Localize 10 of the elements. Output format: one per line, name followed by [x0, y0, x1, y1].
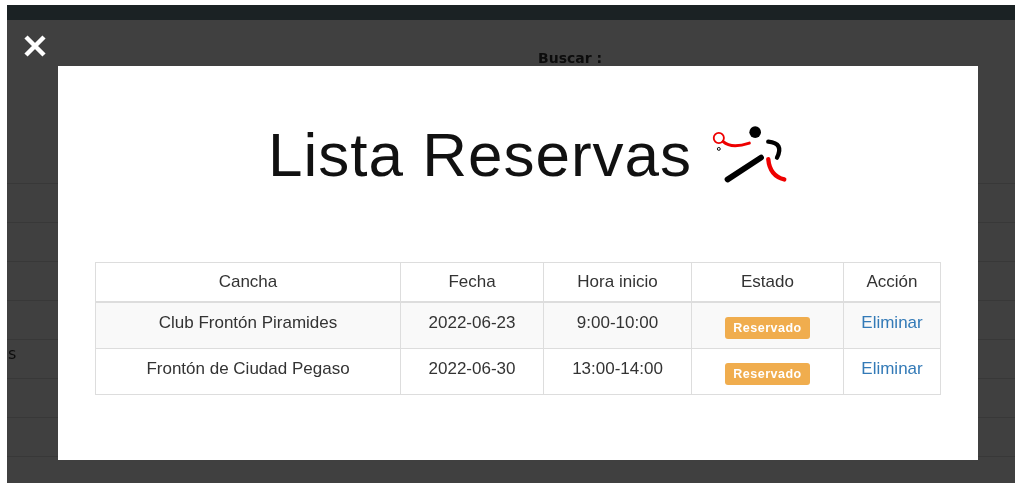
status-badge: Reservado — [725, 317, 810, 339]
table-cell: 13:00-14:00 — [543, 348, 692, 394]
modal-title: Lista Reservas — [267, 118, 693, 190]
status-badge: Reservado — [725, 362, 810, 385]
table-cell: 9:00-10:00 — [543, 302, 692, 348]
table-cell: 2022-06-23 — [400, 302, 544, 348]
table-cell: 2022-06-30 — [400, 348, 544, 394]
table-cell: Club Frontón Piramides — [95, 302, 401, 348]
close-icon[interactable] — [23, 34, 47, 58]
table-cell: Frontón de Ciudad Pegaso — [95, 348, 401, 394]
